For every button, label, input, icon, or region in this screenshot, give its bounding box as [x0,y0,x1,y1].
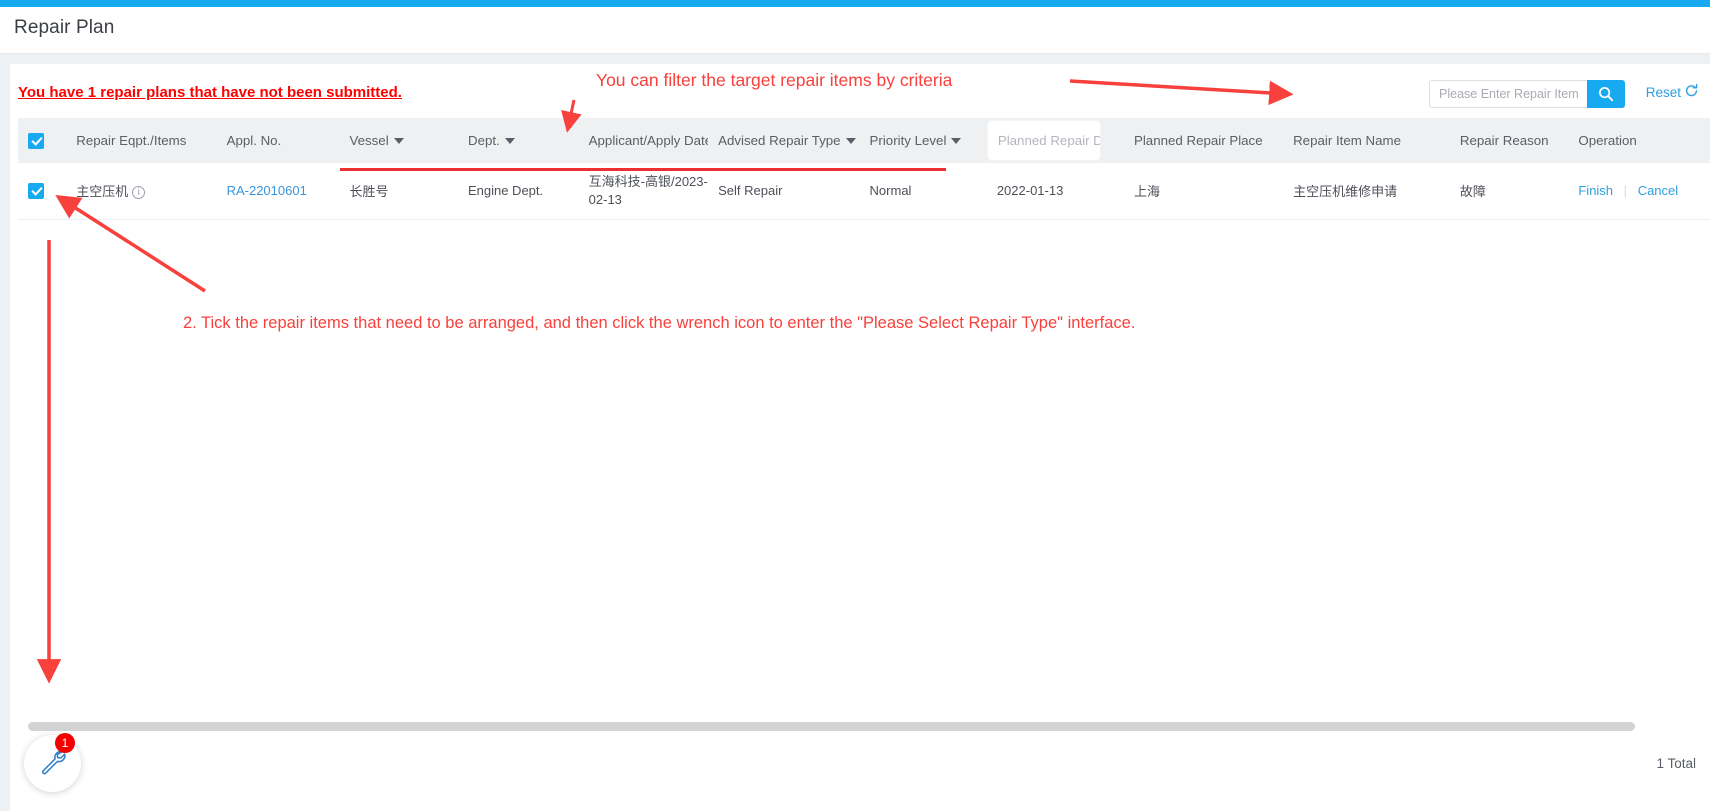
title-divider [0,54,1710,64]
planned-repair-date-filter[interactable]: Planned Repair Date [987,121,1100,160]
search-bar [1429,80,1625,108]
repair-plan-page: Repair Plan You have 1 repair plans that… [0,0,1710,811]
th-label-applicant: Applicant/Apply Date [588,133,713,148]
row-checkbox[interactable] [28,183,44,200]
repair-plan-table-area: Repair Eqpt./Items Appl. No. Vessel Dept… [18,118,1710,728]
cell-priority-level: Normal [859,163,987,220]
th-appl-no: Appl. No. [216,118,340,163]
total-count: 1 Total [1656,756,1696,771]
th-repair-item-name: Repair Item Name [1283,118,1450,163]
cell-row-select [18,163,67,220]
th-dept[interactable]: Dept. [457,118,579,163]
table-header-row: Repair Eqpt./Items Appl. No. Vessel Dept… [18,118,1710,163]
select-all-checkbox[interactable] [28,132,44,149]
cell-planned-repair-place: 上海 [1123,163,1284,220]
content-card: You have 1 repair plans that have not be… [10,64,1710,811]
top-accent-bar [0,0,1710,7]
finish-button[interactable]: Finish [1578,183,1613,198]
chevron-down-icon[interactable] [393,137,404,144]
wrench-fab-badge: 1 [55,733,75,753]
unsubmitted-warning[interactable]: You have 1 repair plans that have not be… [18,84,402,101]
refresh-icon [1684,83,1699,101]
th-priority-level[interactable]: Priority Level [859,118,987,163]
th-applicant-apply-date: Applicant/Apply Date [578,118,712,163]
table-body: 主空压机 i RA-22010601 长胜号 Engine Dept. 互海科技-… [18,163,1710,220]
th-planned-repair-date[interactable]: Planned Repair Date [986,118,1124,163]
search-input[interactable] [1429,80,1587,108]
cell-dept: Engine Dept. [457,163,579,220]
th-planned-repair-place: Planned Repair Place [1123,118,1284,163]
operation-separator: | [1623,183,1628,199]
th-label-priority: Priority Level [869,133,947,148]
th-label-vessel: Vessel [349,133,389,148]
th-select-all [18,118,67,163]
cell-advised-repair-type: Self Repair [708,163,860,220]
reset-label: Reset [1645,84,1681,100]
th-label-appl: Appl. No. [226,133,282,148]
search-icon [1598,86,1614,102]
cell-applicant-apply-date: 互海科技-高银/2023-02-13 [578,163,709,220]
cell-operation: Finish | Cancel [1568,163,1710,220]
chevron-down-icon[interactable] [951,137,962,144]
th-repair-eqpt: Repair Eqpt./Items [66,118,217,163]
cell-repair-reason: 故障 [1449,163,1569,220]
th-operation: Operation [1568,118,1710,163]
cell-repair-item-name: 主空压机维修申请 [1283,163,1450,220]
th-label-iname: Repair Item Name [1293,133,1401,148]
page-title: Repair Plan [14,17,115,38]
th-label-dept: Dept. [467,133,500,148]
cell-repair-eqpt: 主空压机 i [66,163,217,220]
th-label-operation: Operation [1578,133,1637,148]
search-button[interactable] [1587,80,1625,108]
repair-eqpt-text: 主空压机 [76,184,129,200]
reset-button[interactable]: Reset [1646,83,1699,101]
header-filter-underline [340,168,946,171]
table-row[interactable]: 主空压机 i RA-22010601 长胜号 Engine Dept. 互海科技-… [18,163,1710,220]
th-label-reason: Repair Reason [1459,133,1549,148]
horizontal-scrollbar[interactable] [28,722,1702,731]
cell-vessel: 长胜号 [339,163,458,220]
cell-appl-no: RA-22010601 [216,163,340,220]
left-rail [0,64,10,811]
table-header: Repair Eqpt./Items Appl. No. Vessel Dept… [18,118,1710,163]
cancel-button[interactable]: Cancel [1638,183,1678,198]
th-advised-repair-type[interactable]: Advised Repair Type [708,118,860,163]
horizontal-scrollbar-thumb[interactable] [28,722,1635,731]
appl-no-link[interactable]: RA-22010601 [227,183,307,198]
chevron-down-icon[interactable] [845,137,856,144]
cell-planned-repair-date: 2022-01-13 [986,163,1124,220]
th-vessel[interactable]: Vessel [339,118,458,163]
info-icon[interactable]: i [132,186,146,200]
page-title-bar: Repair Plan [0,7,1710,54]
th-label-advised: Advised Repair Type [718,133,841,148]
th-repair-reason: Repair Reason [1449,118,1569,163]
chevron-down-icon[interactable] [504,137,515,144]
th-label-eqpt: Repair Eqpt./Items [76,133,187,148]
th-label-pplace: Planned Repair Place [1133,133,1263,148]
